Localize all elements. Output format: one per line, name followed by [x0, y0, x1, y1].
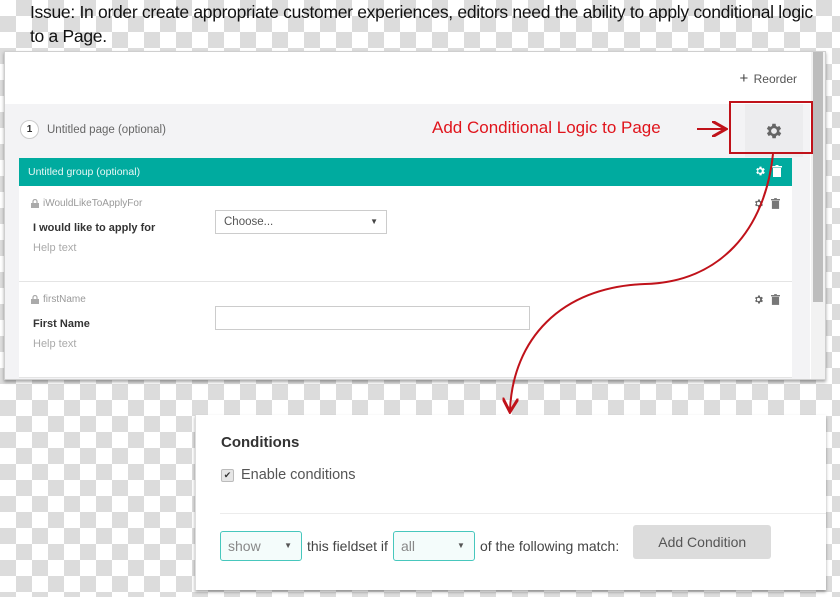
add-condition-button[interactable]: Add Condition [633, 525, 772, 559]
page-title[interactable]: Untitled page (optional) [47, 124, 166, 136]
field-help-text: Help text [33, 242, 77, 254]
scrollbar[interactable] [811, 52, 825, 379]
following-match-text: of the following match: [479, 538, 620, 554]
fieldset-if-text: this fieldset if [307, 538, 388, 554]
divider [220, 513, 826, 514]
first-name-input[interactable] [215, 306, 530, 330]
gear-icon[interactable] [754, 165, 766, 177]
issue-description: Issue: In order create appropriate custo… [30, 2, 813, 46]
match-select[interactable]: all ▼ [392, 531, 475, 561]
trash-icon[interactable] [771, 294, 780, 305]
field-help-text: Help text [33, 338, 77, 350]
page-number-badge: 1 [20, 120, 39, 139]
apply-for-select[interactable]: Choose... ▼ [215, 210, 387, 234]
field-label: First Name [33, 318, 90, 330]
reorder-button[interactable]: + Reorder [740, 70, 797, 87]
group-header: Untitled group (optional) [19, 158, 792, 186]
scrollbar-thumb[interactable] [813, 52, 823, 302]
annotation-label: Add Conditional Logic to Page [432, 118, 661, 137]
field-label: I would like to apply for [33, 222, 156, 234]
enable-conditions-row[interactable]: ✔ Enable conditions [221, 467, 355, 483]
enable-conditions-checkbox[interactable]: ✔ [221, 468, 234, 482]
field-key: firstName [31, 294, 86, 305]
reorder-label: Reorder [753, 72, 797, 86]
gear-icon[interactable] [753, 198, 764, 209]
lock-icon [31, 295, 39, 304]
gear-icon[interactable] [753, 294, 764, 305]
plus-icon: + [739, 70, 749, 87]
conditions-panel: Conditions ✔ Enable conditions show ▼ th… [195, 415, 826, 590]
field-key: iWouldLikeToApplyFor [31, 198, 142, 209]
enable-conditions-label: Enable conditions [241, 467, 356, 483]
caret-down-icon: ▼ [457, 541, 465, 550]
caret-down-icon: ▼ [284, 541, 292, 550]
lock-icon [31, 199, 39, 208]
condition-rule-row: show ▼ this fieldset if all ▼ of the fol… [220, 525, 772, 561]
form-editor-panel: + Reorder 1 Untitled page (optional) Unt… [4, 51, 826, 380]
page-header: 1 Untitled page (optional) [20, 120, 166, 139]
group-title[interactable]: Untitled group (optional) [28, 166, 140, 178]
field-row: iWouldLikeToApplyFor I would like to app… [19, 186, 792, 282]
trash-icon[interactable] [771, 198, 780, 209]
action-select[interactable]: show ▼ [220, 531, 302, 561]
field-row: firstName First Name Help text [19, 282, 792, 378]
trash-icon[interactable] [772, 165, 782, 177]
caret-down-icon: ▼ [370, 217, 378, 226]
annotation-highlight-box [729, 101, 813, 154]
conditions-title: Conditions [221, 434, 300, 451]
